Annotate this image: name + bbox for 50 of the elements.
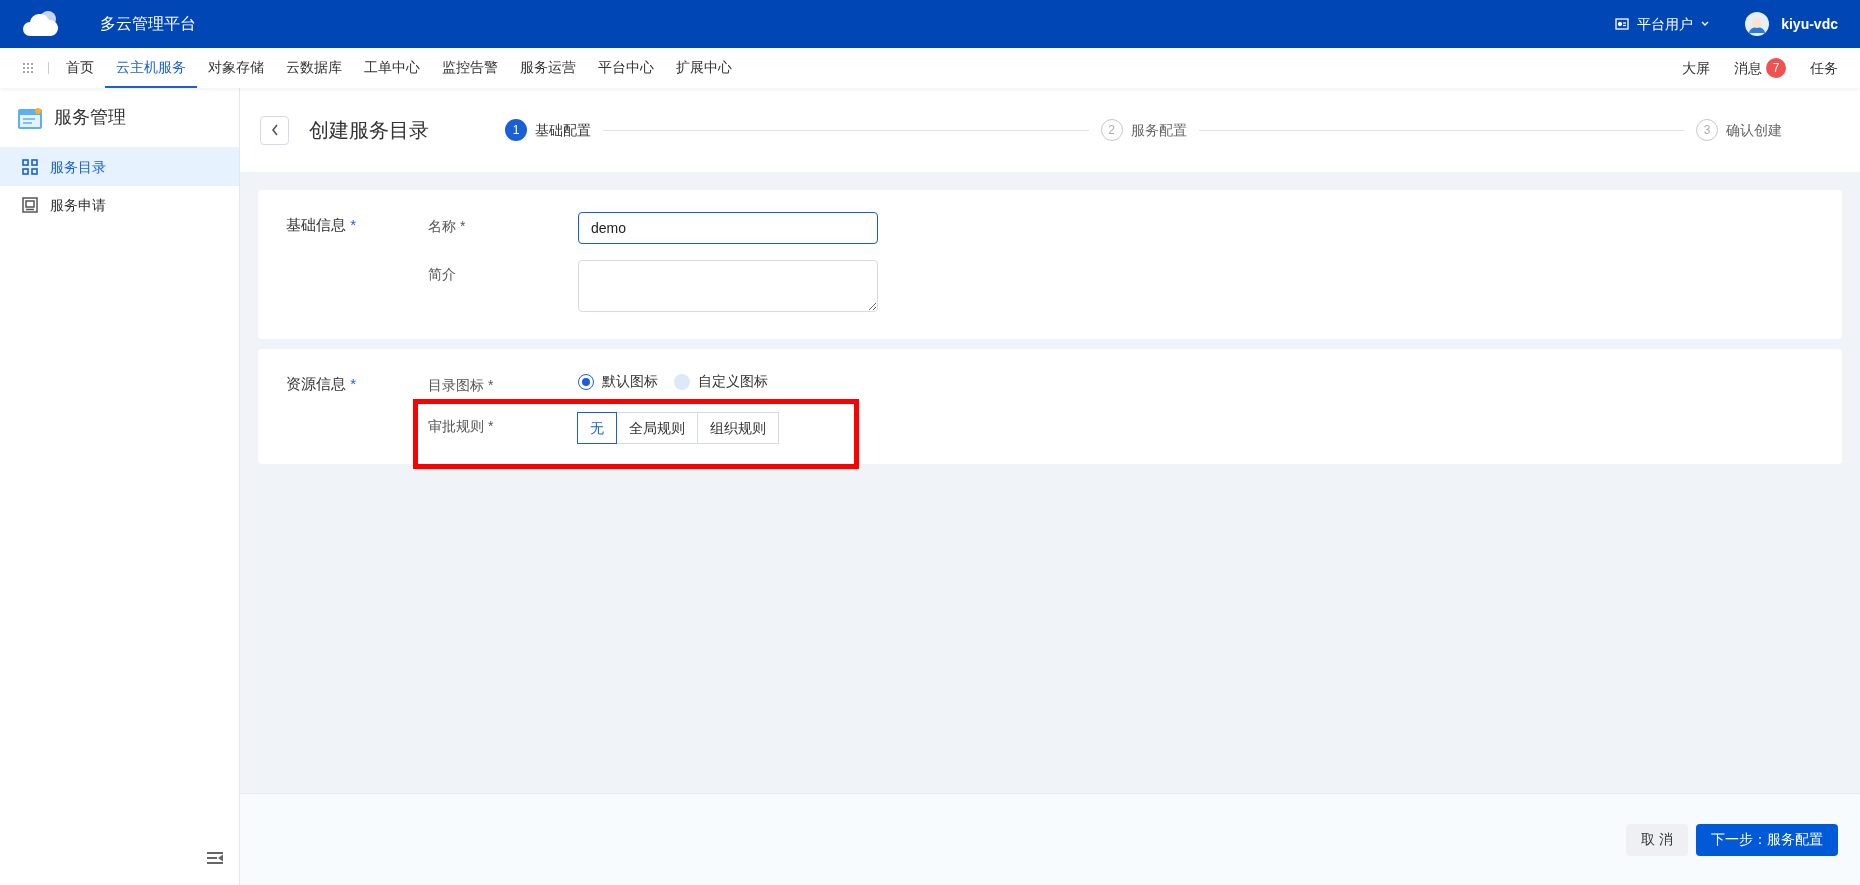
description-textarea[interactable]: [578, 260, 878, 312]
header-link[interactable]: 任务: [1810, 57, 1838, 79]
back-button[interactable]: [260, 115, 289, 145]
field-label: 简介: [428, 265, 457, 284]
window-icon: [18, 106, 42, 129]
nav-tab[interactable]: 监控告警: [431, 48, 509, 88]
next-button[interactable]: 下一步：服务配置: [1696, 823, 1838, 856]
nav-tab[interactable]: 扩展中心: [665, 48, 743, 88]
segment-tab[interactable]: 全局规则: [616, 412, 698, 444]
sidebar-item[interactable]: 服务目录: [0, 148, 239, 186]
chevron-down-icon: [1701, 21, 1710, 27]
cloud-logo-icon: [22, 10, 60, 38]
page-title: 创建服务目录: [309, 118, 430, 143]
sidebar-title: 服务管理: [54, 106, 126, 129]
header-link[interactable]: 大屏: [1682, 57, 1710, 79]
field-label: 审批规则 *: [428, 417, 495, 436]
section-title: 资源信息 *: [286, 374, 357, 394]
header-link[interactable]: 消息: [1734, 57, 1762, 79]
app-title: 多云管理平台: [100, 14, 196, 34]
nav-tab[interactable]: 对象存储: [197, 48, 275, 88]
frame-icon: [22, 197, 38, 213]
sidebar-item[interactable]: 服务申请: [0, 186, 239, 224]
nav-tab[interactable]: 首页: [55, 48, 105, 88]
nav-tab[interactable]: 平台中心: [587, 48, 665, 88]
cancel-button[interactable]: 取 消: [1626, 823, 1688, 856]
apps-grid-icon[interactable]: [22, 62, 34, 74]
grid-icon: [22, 159, 38, 175]
step-label: 确认创建: [1726, 120, 1782, 140]
section-title: 基础信息 *: [286, 215, 357, 235]
nav-tab[interactable]: 云主机服务: [105, 48, 197, 88]
chevron-left-icon: [270, 124, 279, 136]
count-badge: 7: [1766, 58, 1786, 78]
field-label: 目录图标 *: [428, 376, 495, 395]
nav-tab[interactable]: 云数据库: [275, 48, 353, 88]
role-dropdown[interactable]: 平台用户: [1637, 13, 1694, 35]
collapse-menu-icon[interactable]: [207, 851, 223, 865]
nav-tab[interactable]: 工单中心: [353, 48, 431, 88]
avatar-icon: [1745, 12, 1770, 36]
field-label: 名称 *: [428, 217, 467, 236]
radio-option[interactable]: 自定义图标: [674, 371, 768, 392]
segment-tab[interactable]: 组织规则: [697, 412, 779, 444]
segment-tab[interactable]: 无: [577, 412, 617, 444]
step-label: 服务配置: [1130, 120, 1187, 140]
radio-option[interactable]: 默认图标: [578, 371, 658, 392]
name-input[interactable]: demo: [578, 212, 878, 244]
nav-tab[interactable]: 服务运营: [509, 48, 587, 88]
step-label: 基础配置: [535, 120, 591, 140]
step-number: 1: [505, 119, 527, 141]
id-card-icon: [1615, 18, 1630, 30]
user-name[interactable]: kiyu-vdc: [1781, 13, 1838, 35]
